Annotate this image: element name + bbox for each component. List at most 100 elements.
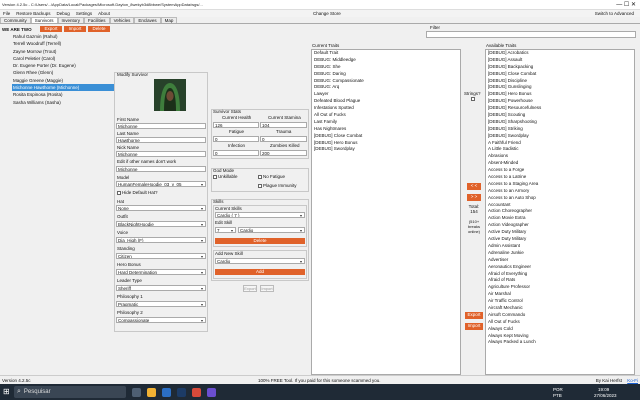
hat-select[interactable]: None: [116, 205, 206, 211]
start-icon[interactable]: ⊞: [3, 387, 10, 396]
survivor-item-selected[interactable]: Michonne Hawthorne (Michonne): [12, 84, 114, 92]
trait-item[interactable]: Default Trait: [312, 50, 460, 57]
available-trait-item[interactable]: Airsoft Commando: [486, 312, 634, 319]
edit-other-field[interactable]: Michonne: [116, 166, 206, 172]
philosophy2-select[interactable]: Compassionate: [116, 317, 206, 323]
keyboard-layout[interactable]: PTB: [553, 393, 562, 398]
available-trait-item[interactable]: Always Packed a Lunch: [486, 339, 634, 346]
first-name-field[interactable]: Michonne: [116, 123, 206, 129]
checkbox-box[interactable]: [258, 174, 262, 179]
edit-skill-select[interactable]: Cardio: [238, 227, 305, 233]
taskbar-search[interactable]: ⌕ Pesquisar: [14, 386, 126, 398]
kofi-link[interactable]: Ko-Fi: [627, 378, 638, 383]
export-survivor-button[interactable]: Export: [40, 26, 62, 32]
available-trait-item[interactable]: Air Traffic Control: [486, 298, 634, 305]
available-trait-item[interactable]: Access to a Latrine: [486, 174, 634, 181]
available-trait-item[interactable]: Afraid of Everything: [486, 271, 634, 278]
trait-item[interactable]: Infestations Spotted: [312, 105, 460, 112]
available-trait-item[interactable]: Aircraft Mechanic: [486, 305, 634, 312]
trait-item[interactable]: DEBUG: She: [312, 64, 460, 71]
app-icon[interactable]: [207, 387, 216, 397]
plague-immunity-checkbox[interactable]: Plague Immunity: [258, 183, 297, 188]
menu-file[interactable]: File: [0, 11, 13, 16]
file-explorer-icon[interactable]: [147, 387, 156, 397]
task-view-icon[interactable]: [132, 387, 141, 397]
app-icon[interactable]: [192, 387, 201, 397]
available-trait-item[interactable]: A Little Sadistic: [486, 146, 634, 153]
menu-debug[interactable]: Debug: [54, 11, 73, 16]
zombies-killed-field[interactable]: 200: [260, 150, 307, 156]
add-trait-button[interactable]: < <: [467, 183, 481, 190]
available-trait-item[interactable]: [DEBUG] Scouting: [486, 112, 634, 119]
clock-time[interactable]: 19:09: [598, 387, 609, 392]
available-trait-item[interactable]: Absent-Minded: [486, 160, 634, 167]
delete-survivor-button[interactable]: Delete: [88, 26, 110, 32]
available-trait-item[interactable]: All Out of Fucks: [486, 319, 634, 326]
add-skill-select[interactable]: Cardio: [215, 258, 305, 264]
available-trait-item[interactable]: Aeronautics Engineer: [486, 264, 634, 271]
available-trait-item[interactable]: [DEBUG] Hero Bonus: [486, 91, 634, 98]
menu-about[interactable]: About: [95, 11, 113, 16]
available-trait-item[interactable]: Abrasions: [486, 153, 634, 160]
available-trait-item[interactable]: Access to an Auto Shop: [486, 195, 634, 202]
trait-item[interactable]: Lawyer: [312, 91, 460, 98]
filter-input[interactable]: [426, 31, 636, 38]
trait-item[interactable]: Last Family: [312, 119, 460, 126]
import-traits-button[interactable]: Import: [465, 323, 483, 330]
available-trait-item[interactable]: Access to an Armory: [486, 188, 634, 195]
available-trait-item[interactable]: [DEBUG] Swordplay: [486, 133, 634, 140]
available-trait-item[interactable]: Active Duty Military: [486, 236, 634, 243]
available-trait-item[interactable]: [DEBUG] Close Combat: [486, 71, 634, 78]
trait-item[interactable]: All Out of Fucks: [312, 112, 460, 119]
export-traits-button[interactable]: Export: [465, 312, 483, 319]
checkbox-box[interactable]: [213, 174, 217, 179]
hero-bonus-select[interactable]: Hard Determination: [116, 269, 206, 275]
trait-item[interactable]: [DEBUG] Swordplay: [312, 146, 460, 153]
available-trait-item[interactable]: Air Marshal: [486, 291, 634, 298]
survivor-item[interactable]: Rahul Gazmin (Rahul): [12, 33, 114, 40]
trait-item[interactable]: Defeated Blood Plague: [312, 98, 460, 105]
standing-select[interactable]: Citizen: [116, 253, 206, 259]
steam-icon[interactable]: [177, 387, 186, 397]
hide-default-hat-checkbox[interactable]: Hide Default Hat?: [117, 190, 158, 195]
unkillable-checkbox[interactable]: Unkillable: [213, 174, 238, 179]
available-trait-item[interactable]: Action Choreographer: [486, 208, 634, 215]
checkbox-box[interactable]: [258, 183, 262, 188]
available-trait-item[interactable]: [DEBUG] Resourcefulness: [486, 105, 634, 112]
nick-name-field[interactable]: Michonne: [116, 151, 206, 157]
available-trait-item[interactable]: Advertiser: [486, 257, 634, 264]
available-trait-item[interactable]: [DEBUG] Assault: [486, 57, 634, 64]
available-trait-item[interactable]: Adrenaline Junkie: [486, 250, 634, 257]
trait-item[interactable]: [DEBUG] Hero Bonus: [312, 140, 460, 147]
survivor-item[interactable]: Sasha Williams (Sasha): [12, 99, 114, 106]
current-traits-list[interactable]: Default Trait DEBUG: Middleedge DEBUG: S…: [311, 49, 461, 375]
available-trait-item[interactable]: Afraid of Rats: [486, 277, 634, 284]
language-indicator[interactable]: POR: [553, 387, 563, 392]
available-trait-item[interactable]: Agriculture Professor: [486, 284, 634, 291]
survivor-item[interactable]: Zayne Morrow (Trout): [12, 48, 114, 55]
menu-settings[interactable]: Settings: [73, 11, 95, 16]
export-bottom-button[interactable]: Export: [243, 285, 257, 292]
fatigue-field[interactable]: 0: [213, 136, 259, 142]
tab-vehicles[interactable]: Vehicles: [109, 17, 135, 23]
skill-level-select[interactable]: 7: [215, 227, 236, 233]
voice-select[interactable]: Dia_High (F): [116, 237, 206, 243]
survivor-item[interactable]: Dr. Eugene Porter (Dr. Eugene): [12, 62, 114, 69]
available-trait-item[interactable]: [DEBUG] Discipline: [486, 78, 634, 85]
available-trait-item[interactable]: Accountant: [486, 202, 634, 209]
available-traits-list[interactable]: [DEBUG] Acrobatics [DEBUG] Assault [DEBU…: [485, 49, 635, 375]
import-survivor-button[interactable]: Import: [64, 26, 86, 32]
trait-item[interactable]: DEBUG: Compassionate: [312, 78, 460, 85]
tab-facilities[interactable]: Facilities: [84, 17, 110, 23]
last-name-field[interactable]: Hawthorne: [116, 137, 206, 143]
trait-item[interactable]: DEBUG: Daring: [312, 71, 460, 78]
model-select[interactable]: HumanFemaleHoodie_03_v_05: [116, 181, 206, 187]
available-trait-item[interactable]: Always Kept Moving: [486, 333, 634, 340]
switch-advanced-button[interactable]: Switch to Advanced: [592, 11, 637, 16]
available-trait-item[interactable]: [DEBUG] Acrobatics: [486, 50, 634, 57]
change-store-button[interactable]: Change Store: [310, 11, 344, 16]
available-trait-item[interactable]: Admin Assistant: [486, 243, 634, 250]
strings-checkbox[interactable]: [471, 97, 475, 101]
leader-type-select[interactable]: Sheriff: [116, 285, 206, 291]
window-controls[interactable]: — ☐ ✕: [616, 1, 636, 8]
